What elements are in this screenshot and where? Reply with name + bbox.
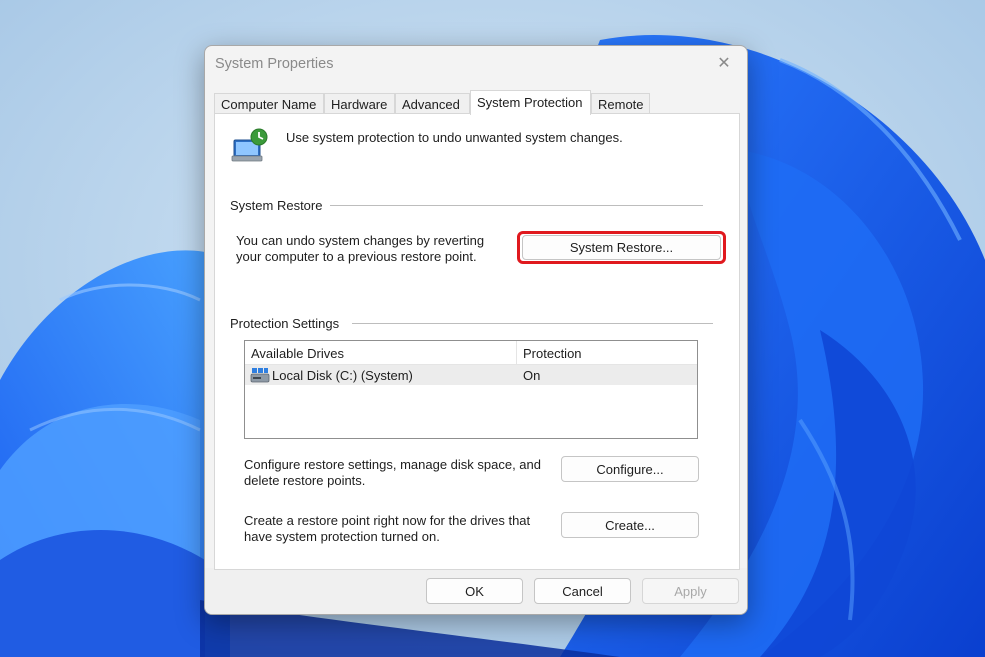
- drives-listview: Available Drives Protection Local Disk (…: [244, 340, 698, 439]
- cancel-button[interactable]: Cancel: [534, 578, 631, 604]
- tab-computer-name[interactable]: Computer Name: [214, 93, 324, 114]
- dialog-title: System Properties: [215, 56, 334, 72]
- tab-system-protection[interactable]: System Protection: [470, 90, 591, 115]
- listview-header: Available Drives Protection: [245, 341, 697, 365]
- protection-settings-group-label: Protection Settings: [230, 316, 348, 331]
- system-restore-description-line1: You can undo system changes by reverting: [236, 233, 485, 248]
- close-icon: ✕: [717, 55, 731, 72]
- protection-settings-divider: [352, 323, 713, 324]
- create-button[interactable]: Create...: [561, 512, 699, 538]
- dialog-footer: OK Cancel Apply: [205, 568, 747, 614]
- configure-description-line1: Configure restore settings, manage disk …: [244, 457, 542, 472]
- system-restore-group-label: System Restore: [230, 198, 331, 213]
- tab-hardware[interactable]: Hardware: [324, 93, 395, 114]
- create-description-line1: Create a restore point right now for the…: [244, 513, 531, 528]
- column-protection[interactable]: Protection: [517, 341, 697, 365]
- apply-button[interactable]: Apply: [642, 578, 739, 604]
- system-restore-description-line2: your computer to a previous restore poin…: [236, 249, 477, 264]
- system-protection-icon: [230, 126, 270, 166]
- column-available-drives[interactable]: Available Drives: [245, 341, 515, 365]
- table-row[interactable]: Local Disk (C:) (System) On: [245, 365, 697, 385]
- drive-icon: [250, 366, 270, 389]
- title-bar: System Properties ✕: [205, 46, 747, 86]
- drive-protection-status: On: [523, 368, 541, 383]
- ok-button[interactable]: OK: [426, 578, 523, 604]
- tab-advanced[interactable]: Advanced: [395, 93, 470, 114]
- header-description: Use system protection to undo unwanted s…: [286, 130, 623, 145]
- close-button[interactable]: ✕: [709, 52, 739, 76]
- tab-remote[interactable]: Remote: [591, 93, 650, 114]
- system-restore-divider: [330, 205, 703, 206]
- create-description-line2: have system protection turned on.: [244, 529, 440, 544]
- configure-button[interactable]: Configure...: [561, 456, 699, 482]
- configure-description-line2: delete restore points.: [244, 473, 366, 488]
- system-restore-button[interactable]: System Restore...: [522, 235, 721, 260]
- drive-name: Local Disk (C:) (System): [272, 368, 413, 383]
